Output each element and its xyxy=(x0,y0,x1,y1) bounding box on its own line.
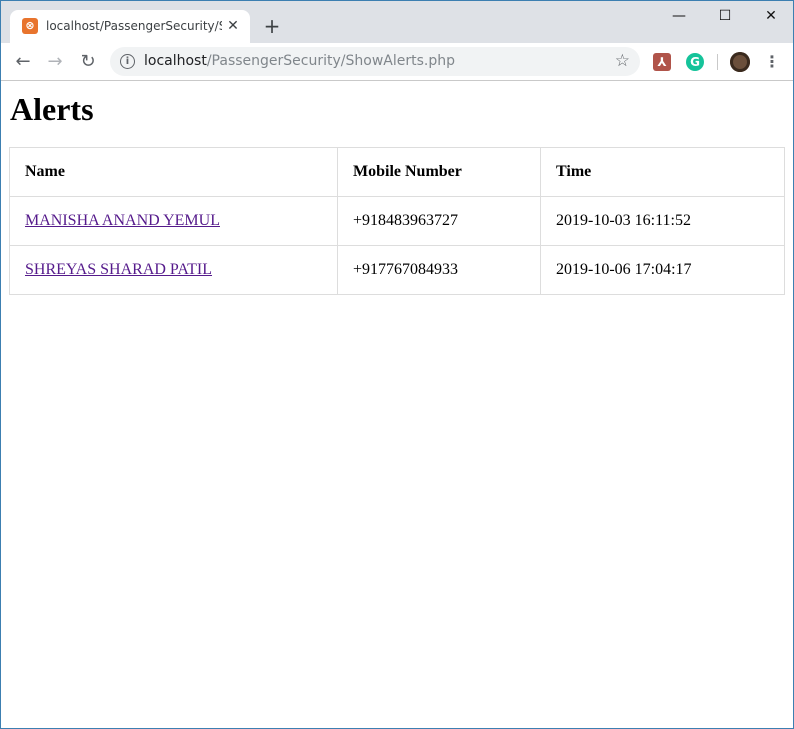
tab-title: localhost/PassengerSecurity/ShowAlerts.p… xyxy=(46,19,222,33)
url-path: /PassengerSecurity/ShowAlerts.php xyxy=(206,53,455,69)
table-row: SHREYAS SHARAD PATIL +917767084933 2019-… xyxy=(9,245,785,295)
browser-toolbar: ← → ↻ i localhost/PassengerSecurity/Show… xyxy=(1,43,793,81)
xampp-favicon-icon: ⊗ xyxy=(22,18,38,34)
close-window-icon[interactable]: ✕ xyxy=(748,1,793,31)
bookmark-star-icon[interactable]: ☆ xyxy=(615,51,630,71)
column-header-time: Time xyxy=(540,147,785,197)
alerts-table: Name Mobile Number Time MANISHA ANAND YE… xyxy=(9,147,785,295)
name-link[interactable]: SHREYAS SHARAD PATIL xyxy=(25,261,212,278)
maximize-icon[interactable]: ☐ xyxy=(702,1,748,31)
more-menu-icon[interactable]: ⋮ xyxy=(763,51,781,73)
name-cell: MANISHA ANAND YEMUL xyxy=(9,196,338,246)
tab-strip: ⊗ localhost/PassengerSecurity/ShowAlerts… xyxy=(1,1,793,43)
back-arrow-icon[interactable]: ← xyxy=(11,50,35,74)
address-bar[interactable]: i localhost/PassengerSecurity/ShowAlerts… xyxy=(110,47,640,76)
table-row: MANISHA ANAND YEMUL +918483963727 2019-1… xyxy=(9,196,785,246)
table-header-row: Name Mobile Number Time xyxy=(9,147,785,197)
url-host: localhost xyxy=(144,53,207,69)
time-cell: 2019-10-06 17:04:17 xyxy=(540,245,785,295)
site-info-icon[interactable]: i xyxy=(120,54,135,69)
page-content: Alerts Name Mobile Number Time MANISHA A… xyxy=(1,81,793,728)
grammarly-extension-icon[interactable]: G xyxy=(686,53,704,71)
tab-close-icon[interactable]: ✕ xyxy=(224,17,242,35)
profile-avatar[interactable] xyxy=(730,52,750,72)
page-title: Alerts xyxy=(10,91,94,127)
forward-arrow-icon[interactable]: → xyxy=(43,50,67,74)
column-header-name: Name xyxy=(9,147,338,197)
browser-tab[interactable]: ⊗ localhost/PassengerSecurity/ShowAlerts… xyxy=(10,10,250,43)
name-cell: SHREYAS SHARAD PATIL xyxy=(9,245,338,295)
mobile-cell: +918483963727 xyxy=(337,196,541,246)
time-cell: 2019-10-03 16:11:52 xyxy=(540,196,785,246)
reload-icon[interactable]: ↻ xyxy=(76,50,100,74)
browser-window: ⊗ localhost/PassengerSecurity/ShowAlerts… xyxy=(0,0,794,729)
name-link[interactable]: MANISHA ANAND YEMUL xyxy=(25,212,220,229)
new-tab-plus-icon[interactable]: + xyxy=(262,16,282,36)
url-text[interactable]: localhost/PassengerSecurity/ShowAlerts.p… xyxy=(144,53,455,69)
mobile-cell: +917767084933 xyxy=(337,245,541,295)
minimize-icon[interactable]: — xyxy=(656,1,702,31)
column-header-mobile: Mobile Number xyxy=(337,147,541,197)
pdf-extension-icon[interactable]: ⅄ xyxy=(653,53,671,71)
toolbar-divider xyxy=(717,54,718,70)
